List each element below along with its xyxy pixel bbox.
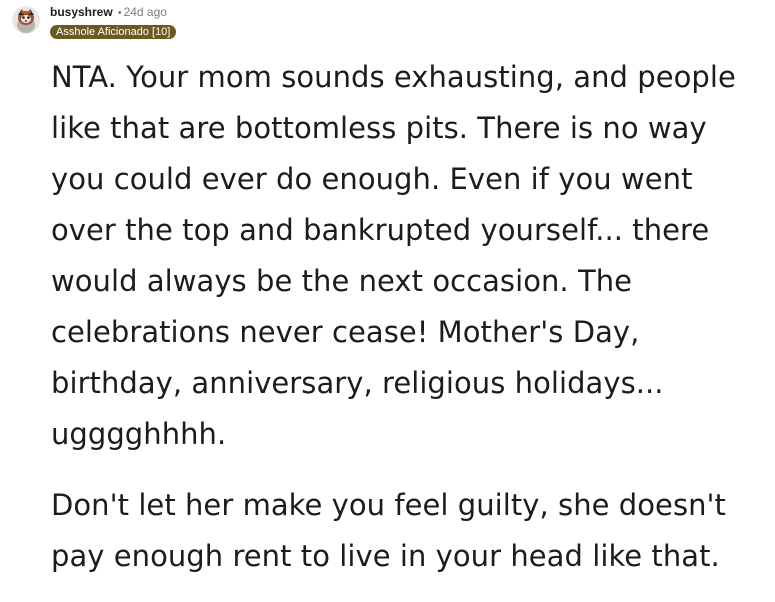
user-flair: Asshole Aficionado [10] <box>50 25 177 39</box>
shrew-avatar-icon <box>12 6 40 34</box>
comment: busyshrew • 24d ago Asshole Aficionado [10… <box>0 0 775 573</box>
comment-paragraph: NTA. Your mom sounds exhausting, and peo… <box>51 60 736 451</box>
meta-separator: • <box>117 7 122 19</box>
comment-body: NTA. Your mom sounds exhausting, and peo… <box>51 52 766 602</box>
comment-paragraph: Don't let her make you feel guilty, she … <box>51 488 726 573</box>
comment-timestamp[interactable]: 24d ago <box>124 5 167 19</box>
author-row: busyshrew • 24d ago <box>50 4 176 20</box>
comment-meta: busyshrew • 24d ago Asshole Aficionado [10… <box>50 4 177 39</box>
user-avatar[interactable] <box>12 6 40 34</box>
username-link[interactable]: busyshrew <box>50 5 113 19</box>
